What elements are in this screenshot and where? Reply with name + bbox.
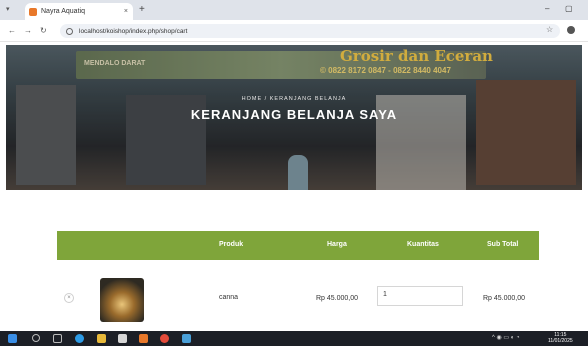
url-text: localhost/koishop/index.php/shop/cart <box>79 27 188 35</box>
tab-menu-icon[interactable]: ▾ <box>6 5 10 13</box>
search-icon[interactable] <box>32 334 40 342</box>
edge-icon[interactable] <box>75 334 84 343</box>
address-bar: ← → ↻ localhost/koishop/index.php/shop/c… <box>0 20 588 42</box>
back-icon[interactable]: ← <box>8 26 16 35</box>
header-produk: Produk <box>219 241 244 248</box>
reload-icon[interactable]: ↻ <box>40 26 47 35</box>
product-name[interactable]: canna <box>219 294 238 301</box>
browser-tab-bar: ▾ Nayra Aquatiq × + – ▢ <box>0 0 588 20</box>
windows-start-icon[interactable] <box>8 334 17 343</box>
product-thumbnail[interactable] <box>100 278 144 322</box>
file-explorer-icon[interactable] <box>97 334 106 343</box>
header-subtotal: Sub Total <box>487 241 519 248</box>
cart-row: × canna Rp 45.000,00 1 Rp 45.000,00 <box>57 270 539 325</box>
system-tray-icons[interactable]: ^ ◉ ▭ ◐ ◔ <box>492 334 520 341</box>
taskbar: ^ ◉ ▭ ◐ ◔ 11:15 11/01/2025 <box>0 331 588 346</box>
store-icon[interactable] <box>118 334 127 343</box>
page-title: KERANJANG BELANJA SAYA <box>190 107 398 122</box>
profile-icon[interactable] <box>567 26 575 34</box>
product-price: Rp 45.000,00 <box>316 295 359 302</box>
quantity-input[interactable]: 1 <box>377 286 463 306</box>
header-kuantitas: Kuantitas <box>407 241 439 248</box>
product-subtotal: Rp 45.000,00 <box>483 295 526 302</box>
taskbar-clock[interactable]: 11:15 11/01/2025 <box>548 332 573 344</box>
chrome-icon[interactable] <box>160 334 169 343</box>
tab-close-button[interactable]: × <box>124 8 128 15</box>
cart-table-header: Produk Harga Kuantitas Sub Total <box>57 231 539 260</box>
tab-title: Nayra Aquatiq <box>41 8 85 15</box>
bookmark-star-icon[interactable]: ☆ <box>546 25 553 34</box>
url-field[interactable]: localhost/koishop/index.php/shop/cart <box>60 24 560 38</box>
clock-date: 11/01/2025 <box>548 338 573 344</box>
maximize-icon[interactable]: ▢ <box>565 4 573 13</box>
task-view-icon[interactable] <box>53 334 62 343</box>
new-tab-button[interactable]: + <box>139 4 145 15</box>
header-harga: Harga <box>327 241 347 248</box>
hero-banner: MENDALO DARAT Grosir dan Eceran © 0822 8… <box>6 45 582 190</box>
forward-icon[interactable]: → <box>24 26 32 35</box>
browser-tab[interactable]: Nayra Aquatiq × <box>25 3 133 20</box>
minimize-icon[interactable]: – <box>545 4 549 13</box>
office-icon[interactable] <box>139 334 148 343</box>
favicon-icon <box>29 7 37 16</box>
remove-item-button[interactable]: × <box>64 293 74 303</box>
photos-icon[interactable] <box>182 334 191 343</box>
breadcrumb[interactable]: HOME / KERANJANG BELANJA <box>6 96 582 102</box>
site-info-icon[interactable] <box>66 27 73 35</box>
